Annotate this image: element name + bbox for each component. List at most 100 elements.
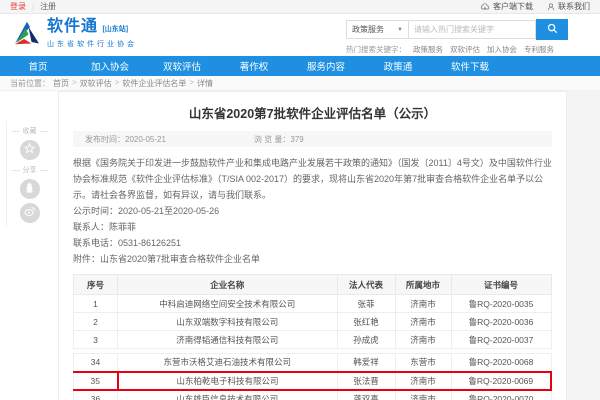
- nav-item-双软评估[interactable]: 双软评估: [146, 56, 218, 76]
- login-link[interactable]: 登录: [10, 1, 26, 12]
- table-row[interactable]: 3济南得韬通信科技有限公司孙成虎济南市鲁RQ-2020-0037: [74, 331, 552, 349]
- table-column-header: 企业名称: [118, 275, 338, 295]
- nav-item-政策通[interactable]: 政策通: [362, 56, 434, 76]
- cell-no: 34: [74, 354, 118, 372]
- cell-company: 山东双端数字科技有限公司: [118, 313, 338, 331]
- cell-no: 3: [74, 331, 118, 349]
- table-row[interactable]: 36山东雄臣信息技术有限公司龚双喜济南市鲁RQ-2020-0070: [74, 390, 552, 400]
- client-download-link[interactable]: 客户端下载: [480, 1, 533, 12]
- view-count: 浏 览 量：379: [254, 134, 304, 145]
- nav-item-服务内容[interactable]: 服务内容: [290, 56, 362, 76]
- cell-no: 36: [74, 390, 118, 400]
- article-info-line: 联系人：陈菲菲: [73, 219, 552, 235]
- search-input[interactable]: [408, 20, 536, 39]
- page-title: 山东省2020第7批软件企业评估名单（公示）: [73, 103, 552, 122]
- cell-cert-no: 鲁RQ-2020-0036: [451, 313, 551, 331]
- table-column-header: 法人代表: [337, 275, 395, 295]
- user-icon: [547, 3, 555, 11]
- cell-legal-rep: 张菲: [337, 295, 395, 313]
- logo-icon: [12, 18, 42, 48]
- breadcrumb-separator: >: [72, 78, 77, 89]
- company-table: 序号企业名称法人代表所属地市证书编号 1中科启迪网络空间安全技术有限公司张菲济南…: [73, 274, 552, 400]
- share-qq-button[interactable]: [20, 179, 40, 199]
- search-category-select[interactable]: 政策服务 ▼: [346, 20, 408, 39]
- star-icon: [24, 141, 35, 159]
- cell-cert-no: 鲁RQ-2020-0069: [451, 372, 551, 390]
- nav-item-加入协会[interactable]: 加入协会: [74, 56, 146, 76]
- org-name: 山东省软件行业协会: [47, 39, 137, 49]
- cell-city: 济南市: [395, 295, 451, 313]
- nav-item-软件下载[interactable]: 软件下载: [434, 56, 506, 76]
- breadcrumb: 当前位置： 首页>双软评估>软件企业评估名单>详情: [0, 76, 600, 91]
- cell-no: 35: [74, 372, 118, 390]
- hot-keywords-row: 热门搜索关键字： 政策服务双软评估加入协会专利服务: [346, 44, 568, 55]
- breadcrumb-item[interactable]: 详情: [197, 78, 213, 89]
- breadcrumb-item[interactable]: 双软评估: [80, 78, 112, 89]
- table-header-row: 序号企业名称法人代表所属地市证书编号: [74, 275, 552, 295]
- chevron-down-icon: ▼: [397, 27, 403, 33]
- cell-company: 山东柏乾电子科技有限公司: [118, 372, 338, 390]
- table-column-header: 所属地市: [395, 275, 451, 295]
- hot-keyword-link[interactable]: 加入协会: [487, 44, 517, 55]
- breadcrumb-separator: >: [189, 78, 194, 89]
- site-station: [山东站]: [102, 26, 128, 33]
- qq-icon: [24, 180, 35, 198]
- cell-no: 1: [74, 295, 118, 313]
- cell-city: 济南市: [395, 372, 451, 390]
- article-info-line: 公示时间：2020-05-21至2020-05-26: [73, 203, 552, 219]
- top-utility-bar: 登录 | 注册 客户端下载 联系我们: [0, 0, 600, 14]
- site-logo[interactable]: 软件通 [山东站] 山东省软件行业协会: [12, 18, 137, 49]
- breadcrumb-separator: >: [115, 78, 120, 89]
- nav-item-著作权[interactable]: 著作权: [218, 56, 290, 76]
- cell-city: 济南市: [395, 390, 451, 400]
- share-weibo-button[interactable]: [20, 203, 40, 223]
- publish-date: 发布时间：2020-05-21: [85, 134, 166, 145]
- breadcrumb-item[interactable]: 首页: [53, 78, 69, 89]
- nav-item-首页[interactable]: 首页: [2, 56, 74, 76]
- favorite-button[interactable]: [20, 140, 40, 160]
- site-name: 软件通: [47, 18, 98, 35]
- article-meta: 发布时间：2020-05-21 浏 览 量：379: [73, 131, 552, 147]
- cell-cert-no: 鲁RQ-2020-0070: [451, 390, 551, 400]
- breadcrumb-item[interactable]: 软件企业评估名单: [122, 78, 186, 89]
- cell-company: 山东雄臣信息技术有限公司: [118, 390, 338, 400]
- main-nav: 首页加入协会双软评估著作权服务内容政策通软件下载: [0, 56, 600, 76]
- cell-legal-rep: 孙成虎: [337, 331, 395, 349]
- search-icon: [547, 22, 558, 37]
- table-row[interactable]: 34东营市沃格艾迪石油技术有限公司韩爱祥东营市鲁RQ-2020-0068: [74, 354, 552, 372]
- divider: |: [32, 2, 34, 11]
- hot-keyword-link[interactable]: 政策服务: [413, 44, 443, 55]
- contact-us-link[interactable]: 联系我们: [547, 1, 590, 12]
- cell-legal-rep: 张红艳: [337, 313, 395, 331]
- table-row[interactable]: 35山东柏乾电子科技有限公司张法晋济南市鲁RQ-2020-0069: [74, 372, 552, 390]
- hot-keyword-link[interactable]: 专利服务: [524, 44, 554, 55]
- table-row[interactable]: 2山东双端数字科技有限公司张红艳济南市鲁RQ-2020-0036: [74, 313, 552, 331]
- favorite-label: 收藏: [7, 126, 52, 136]
- cell-company: 东营市沃格艾迪石油技术有限公司: [118, 354, 338, 372]
- table-column-header: 序号: [74, 275, 118, 295]
- cell-cert-no: 鲁RQ-2020-0068: [451, 354, 551, 372]
- weibo-icon: [24, 204, 36, 222]
- table-row[interactable]: 1中科启迪网络空间安全技术有限公司张菲济南市鲁RQ-2020-0035: [74, 295, 552, 313]
- cell-cert-no: 鲁RQ-2020-0035: [451, 295, 551, 313]
- cell-city: 东营市: [395, 354, 451, 372]
- article-card: 山东省2020第7批软件企业评估名单（公示） 发布时间：2020-05-21 浏…: [58, 91, 567, 400]
- site-header: 软件通 [山东站] 山东省软件行业协会 政策服务 ▼ 热门搜索关键字： 政策服务…: [0, 14, 600, 56]
- hot-keyword-link[interactable]: 双软评估: [450, 44, 480, 55]
- cell-cert-no: 鲁RQ-2020-0037: [451, 331, 551, 349]
- cell-city: 济南市: [395, 313, 451, 331]
- cell-no: 2: [74, 313, 118, 331]
- share-label: 分享: [7, 165, 52, 175]
- cell-company: 济南得韬通信科技有限公司: [118, 331, 338, 349]
- breadcrumb-label: 当前位置：: [10, 78, 50, 89]
- share-sidebar: 收藏 分享: [6, 121, 52, 227]
- article-info-line: 联系电话：0531-86126251: [73, 235, 552, 251]
- cell-city: 济南市: [395, 331, 451, 349]
- cell-legal-rep: 龚双喜: [337, 390, 395, 400]
- register-link[interactable]: 注册: [40, 1, 56, 12]
- table-column-header: 证书编号: [451, 275, 551, 295]
- cell-legal-rep: 张法晋: [337, 372, 395, 390]
- content-area: 收藏 分享 山东省2020第7批软件企业评估名单（公示） 发布时间：2020-0…: [0, 91, 600, 400]
- search-button[interactable]: [536, 19, 568, 40]
- cell-legal-rep: 韩爱祥: [337, 354, 395, 372]
